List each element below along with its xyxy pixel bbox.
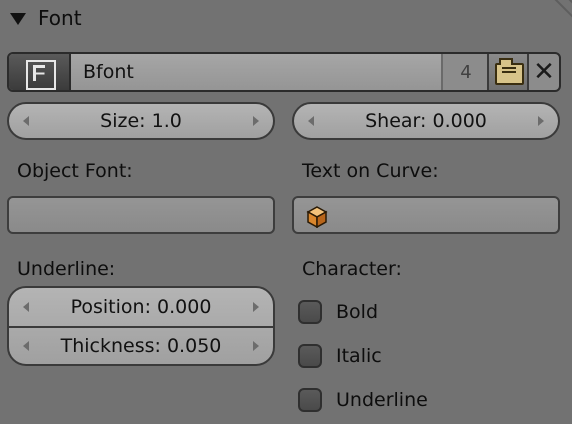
bold-checkbox[interactable]: Bold [298, 297, 498, 327]
decrement-arrow-icon[interactable] [23, 341, 29, 351]
drag-grip-icon[interactable] [532, 0, 572, 26]
shear-slider[interactable]: Shear: 0.000 [292, 102, 560, 140]
size-slider[interactable]: Size: 1.0 [7, 102, 275, 140]
unlink-font-button[interactable]: ✕ [527, 54, 559, 90]
italic-label: Italic [336, 345, 382, 367]
bold-label: Bold [336, 301, 378, 323]
checkbox-box[interactable] [298, 300, 322, 324]
position-value: Position: 0.000 [70, 296, 212, 318]
size-value: Size: 1.0 [100, 110, 182, 132]
underline-position-slider[interactable]: Position: 0.000 [9, 288, 273, 328]
increment-arrow-icon[interactable] [253, 116, 259, 126]
open-font-button[interactable] [487, 54, 529, 90]
close-icon: ✕ [533, 57, 555, 87]
panel-title: Font [38, 6, 82, 30]
decrement-arrow-icon[interactable] [23, 302, 29, 312]
decrement-arrow-icon[interactable] [23, 116, 29, 126]
underline-checkbox[interactable]: Underline [298, 385, 498, 415]
italic-checkbox[interactable]: Italic [298, 341, 498, 371]
object-font-label: Object Font: [17, 160, 133, 182]
font-name-field[interactable]: Bfont [71, 54, 443, 90]
object-cube-icon [306, 206, 328, 228]
shear-value: Shear: 0.000 [365, 110, 487, 132]
panel-header[interactable]: Font [10, 4, 82, 32]
checkbox-box[interactable] [298, 344, 322, 368]
folder-open-icon [495, 58, 524, 85]
increment-arrow-icon[interactable] [253, 302, 259, 312]
text-on-curve-label: Text on Curve: [302, 160, 439, 182]
underline-style-label: Underline [336, 389, 428, 411]
font-datablock: Bfont 4 ✕ [7, 52, 561, 92]
object-font-field[interactable] [7, 196, 275, 234]
thickness-value: Thickness: 0.050 [60, 335, 222, 357]
text-on-curve-field[interactable] [292, 196, 560, 234]
decrement-arrow-icon[interactable] [308, 116, 314, 126]
underline-thickness-slider[interactable]: Thickness: 0.050 [9, 327, 273, 364]
underline-sliders: Position: 0.000 Thickness: 0.050 [7, 286, 275, 366]
font-file-icon [26, 60, 56, 90]
checkbox-box[interactable] [298, 388, 322, 412]
font-browse-button[interactable] [9, 54, 71, 90]
increment-arrow-icon[interactable] [538, 116, 544, 126]
font-user-count[interactable]: 4 [445, 54, 487, 90]
underline-label: Underline: [17, 258, 116, 280]
triangle-down-icon [10, 13, 26, 25]
increment-arrow-icon[interactable] [253, 341, 259, 351]
character-label: Character: [302, 258, 402, 280]
